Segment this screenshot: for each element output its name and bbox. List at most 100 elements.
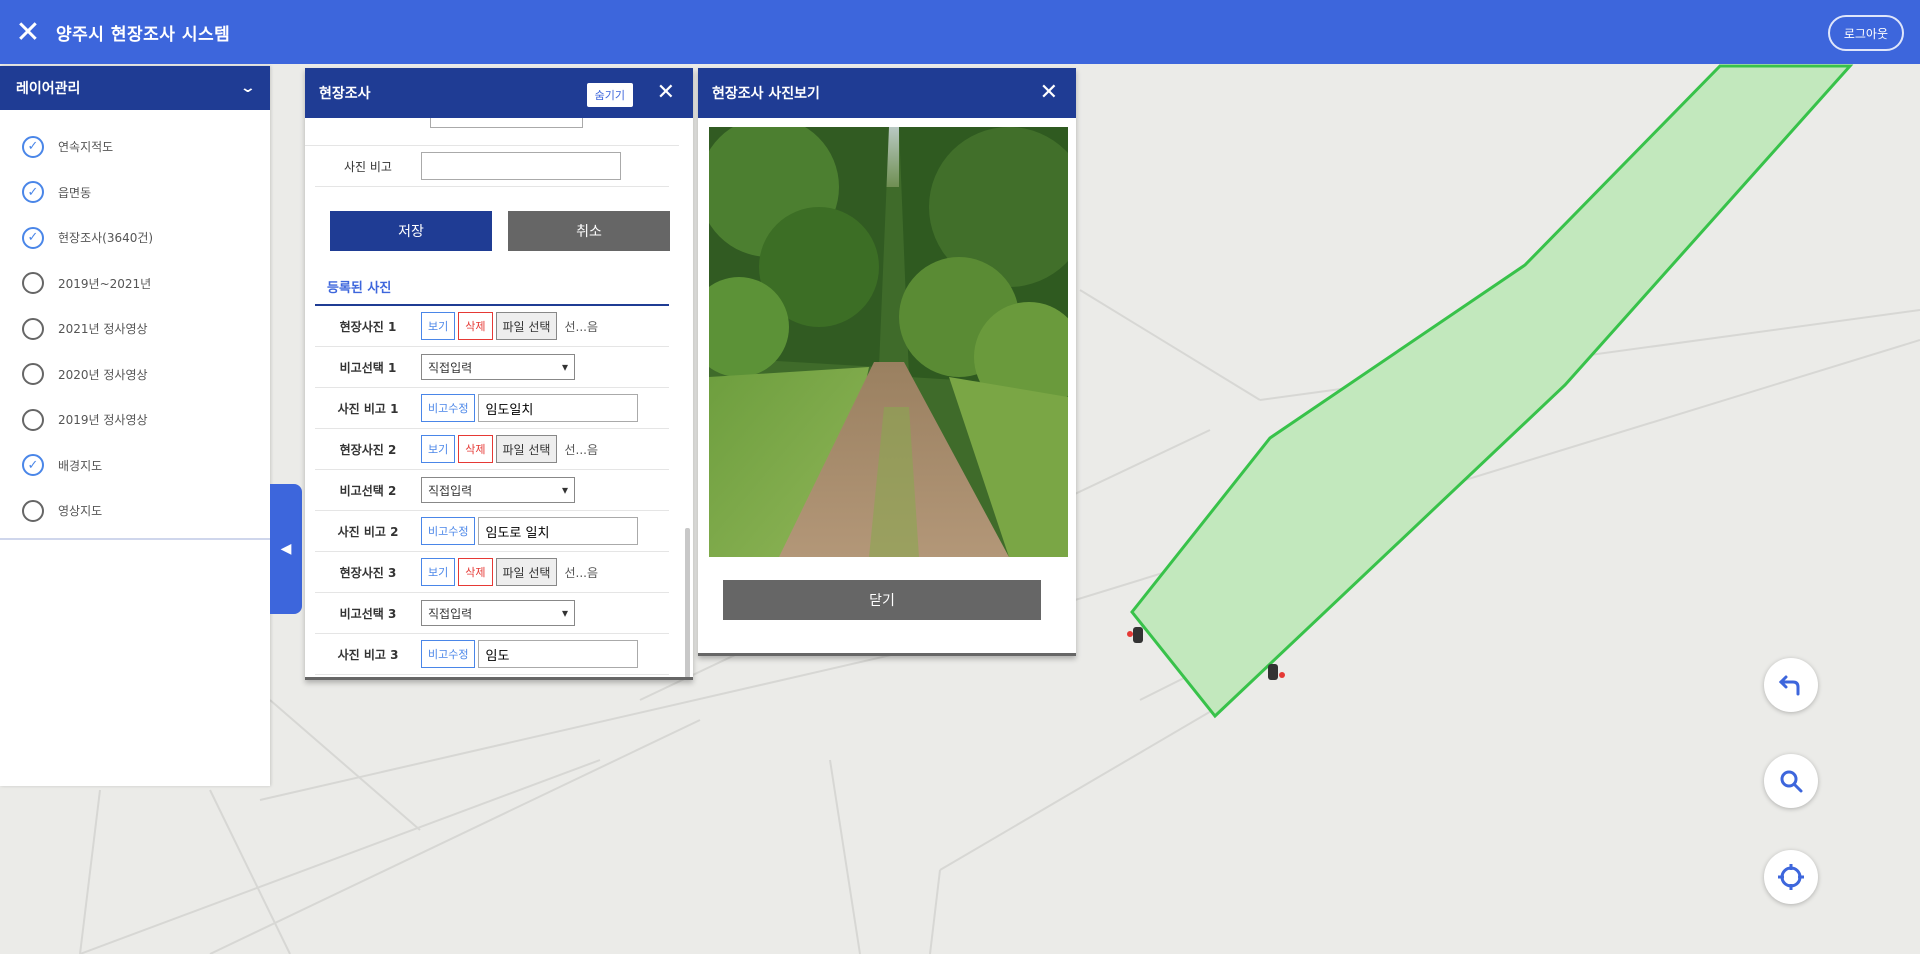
note-select-row: 비고선택 3 직접입력 ▾ <box>315 593 669 634</box>
radio-icon[interactable] <box>22 363 44 386</box>
layer-list: ✓ 연속지적도 ✓ 읍면동 ✓ 현장조사(3640건) 2019년~2021년 202… <box>0 110 270 540</box>
layer-panel-header[interactable]: 레이어관리 ⌄ <box>0 66 270 110</box>
note-select-row: 비고선택 1 직접입력 ▾ <box>315 347 669 388</box>
photo-note-edit-row: 사진 비고 3 비고수정 <box>315 634 669 675</box>
registered-photos-title: 등록된 사진 <box>315 271 669 306</box>
close-icon[interactable]: ✕ <box>1040 80 1058 105</box>
chevron-left-icon: ◀ <box>280 541 292 557</box>
layer-item-2019-2021[interactable]: 2019년~2021년 <box>0 261 270 307</box>
search-icon <box>1780 770 1803 793</box>
photo-note-input[interactable] <box>478 394 639 422</box>
delete-photo-button[interactable]: 삭제 <box>458 312 493 340</box>
file-status: 선...음 <box>564 565 599 580</box>
note-edit-button[interactable]: 비고수정 <box>421 517 476 545</box>
layer-item-basemap[interactable]: ✓ 배경지도 <box>0 443 270 489</box>
save-button[interactable]: 저장 <box>330 211 492 251</box>
note-select-label: 비고선택 3 <box>339 606 397 621</box>
file-select-button[interactable]: 파일 선택 <box>495 435 558 463</box>
note-select[interactable]: 직접입력 ▾ <box>421 477 575 503</box>
layer-panel: 레이어관리 ⌄ ✓ 연속지적도 ✓ 읍면동 ✓ 현장조사(3640건) 2019년~2… <box>0 66 270 786</box>
layer-item-cadastral[interactable]: ✓ 연속지적도 <box>0 124 270 170</box>
check-icon[interactable]: ✓ <box>22 454 44 477</box>
forest-path-image <box>709 127 1068 557</box>
photo-note-label: 사진 비고 3 <box>337 647 399 662</box>
chevron-down-icon: ▾ <box>561 606 568 620</box>
file-status: 선...음 <box>564 442 599 457</box>
photo-note-input[interactable] <box>478 517 639 545</box>
photo-viewer-header: 현장조사 사진보기 ✕ <box>698 68 1076 118</box>
photo-note-edit-row: 사진 비고 2 비고수정 <box>315 511 669 552</box>
delete-photo-button[interactable]: 삭제 <box>458 435 493 463</box>
close-button[interactable]: 닫기 <box>723 580 1041 620</box>
panel-collapse-button[interactable]: ◀ <box>270 484 302 614</box>
note-select[interactable]: 직접입력 ▾ <box>421 600 575 626</box>
note-select-label: 비고선택 2 <box>339 483 397 498</box>
layer-item-ortho-2021[interactable]: 2021년 정사영상 <box>0 306 270 352</box>
crosshair-icon <box>1778 864 1804 890</box>
undo-button[interactable] <box>1764 658 1818 712</box>
photo-row: 현장사진 1 보기 삭제 파일 선택 선...음 <box>315 306 669 347</box>
chevron-down-icon[interactable]: ⌄ <box>240 80 256 96</box>
form-actions: 저장 취소 <box>305 187 679 271</box>
survey-panel: 현장조사 숨기기 ✕ 사진 비고 저장 취소 등록된 사진 현장사진 1 보기 … <box>305 68 693 680</box>
photo-note-label: 사진 비고 2 <box>337 524 399 539</box>
survey-form[interactable]: 사진 비고 저장 취소 등록된 사진 현장사진 1 보기 삭제 파일 선택 선.… <box>305 118 693 677</box>
delete-photo-button[interactable]: 삭제 <box>458 558 493 586</box>
chevron-down-icon: ▾ <box>561 483 568 497</box>
photo-note-label: 사진 비고 <box>344 159 392 174</box>
photo-note-edit-row: 사진 비고 1 비고수정 <box>315 388 669 429</box>
survey-photo <box>709 127 1068 557</box>
note-select[interactable]: 직접입력 ▾ <box>421 354 575 380</box>
locate-button[interactable] <box>1764 850 1818 904</box>
view-photo-button[interactable]: 보기 <box>421 312 456 340</box>
photo-viewer-panel: 현장조사 사진보기 ✕ 닫기 <box>698 68 1076 656</box>
survey-panel-header: 현장조사 숨기기 ✕ <box>305 68 693 118</box>
layer-item-satellite[interactable]: 영상지도 <box>0 488 270 534</box>
app-header: ✕ 양주시 현장조사 시스템 로그아웃 <box>0 0 1920 64</box>
view-photo-button[interactable]: 보기 <box>421 558 456 586</box>
note-edit-button[interactable]: 비고수정 <box>421 394 476 422</box>
survey-panel-title: 현장조사 <box>319 86 371 102</box>
cancel-button[interactable]: 취소 <box>508 211 670 251</box>
layer-item-survey[interactable]: ✓ 현장조사(3640건) <box>0 215 270 261</box>
photo-label: 현장사진 1 <box>339 319 397 334</box>
photo-row: 현장사진 2 보기 삭제 파일 선택 선...음 <box>315 429 669 470</box>
note-edit-button[interactable]: 비고수정 <box>421 640 476 668</box>
radio-icon[interactable] <box>22 408 44 431</box>
layer-panel-title: 레이어관리 <box>16 81 81 97</box>
close-icon[interactable]: ✕ <box>0 0 56 64</box>
note-select-row: 비고선택 2 직접입력 ▾ <box>315 470 669 511</box>
app-title: 양주시 현장조사 시스템 <box>56 24 231 45</box>
form-row-partial <box>305 118 679 146</box>
select-partial[interactable] <box>430 118 583 128</box>
photo-viewer-title: 현장조사 사진보기 <box>712 86 820 102</box>
radio-icon[interactable] <box>22 317 44 340</box>
photo-row: 현장사진 3 보기 삭제 파일 선택 선...음 <box>315 552 669 593</box>
photo-label: 현장사진 2 <box>339 442 397 457</box>
radio-icon[interactable] <box>22 499 44 522</box>
registered-photos-list: 현장사진 1 보기 삭제 파일 선택 선...음 비고선택 1 직접입력 ▾ 사진… <box>305 306 679 675</box>
photo-note-label: 사진 비고 1 <box>337 401 399 416</box>
logout-button[interactable]: 로그아웃 <box>1827 15 1904 51</box>
hide-button[interactable]: 숨기기 <box>586 83 633 107</box>
photo-label: 현장사진 3 <box>339 565 397 580</box>
note-select-label: 비고선택 1 <box>339 360 397 375</box>
file-select-button[interactable]: 파일 선택 <box>495 558 558 586</box>
view-photo-button[interactable]: 보기 <box>421 435 456 463</box>
layer-item-ortho-2019[interactable]: 2019년 정사영상 <box>0 397 270 443</box>
check-icon[interactable]: ✓ <box>22 181 44 204</box>
photo-note-input[interactable] <box>478 640 639 668</box>
file-status: 선...음 <box>564 319 599 334</box>
undo-icon <box>1778 675 1800 696</box>
photo-note-row: 사진 비고 <box>315 146 669 187</box>
close-icon[interactable]: ✕ <box>657 80 675 105</box>
check-icon[interactable]: ✓ <box>22 226 44 249</box>
layer-item-district[interactable]: ✓ 읍면동 <box>0 170 270 216</box>
scrollbar[interactable] <box>685 528 690 677</box>
photo-note-input[interactable] <box>421 152 621 180</box>
layer-item-ortho-2020[interactable]: 2020년 정사영상 <box>0 352 270 398</box>
file-select-button[interactable]: 파일 선택 <box>495 312 558 340</box>
search-button[interactable] <box>1764 754 1818 808</box>
radio-icon[interactable] <box>22 272 44 295</box>
check-icon[interactable]: ✓ <box>22 135 44 158</box>
